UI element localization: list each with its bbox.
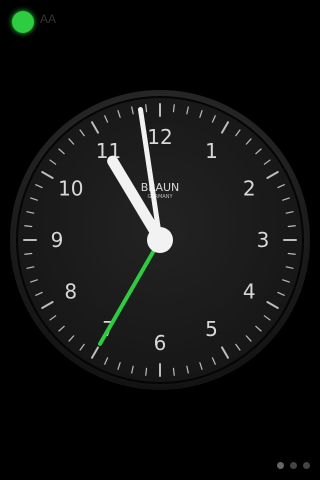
tick-mark (145, 104, 148, 113)
clock-numeral-9: 9 (51, 228, 64, 252)
analog-clock: 121234567891011 BRAUN GERMANY (10, 90, 310, 390)
tick-mark (172, 104, 175, 113)
tick-mark (24, 225, 33, 228)
clock-numeral-3: 3 (257, 228, 270, 252)
clock-numeral-5: 5 (205, 317, 218, 341)
clock-numeral-10: 10 (58, 177, 83, 201)
page-indicator (277, 462, 310, 469)
clock-numeral-1: 1 (205, 139, 218, 163)
clock-numeral-6: 6 (154, 331, 167, 355)
tick-mark (24, 252, 33, 255)
page-dot[interactable] (303, 462, 310, 469)
clock-numeral-4: 4 (243, 280, 256, 304)
tick-mark (287, 252, 296, 255)
clock-numeral-12: 12 (147, 125, 172, 149)
clock-numeral-2: 2 (243, 177, 256, 201)
page-dot[interactable] (277, 462, 284, 469)
clock-numeral-8: 8 (64, 280, 77, 304)
tick-mark (145, 367, 148, 376)
tick-mark (287, 225, 296, 228)
clock-center-cap (147, 227, 173, 253)
page-dot[interactable] (290, 462, 297, 469)
clock-brand-label: BRAUN (141, 181, 180, 194)
tick-mark (172, 367, 175, 376)
